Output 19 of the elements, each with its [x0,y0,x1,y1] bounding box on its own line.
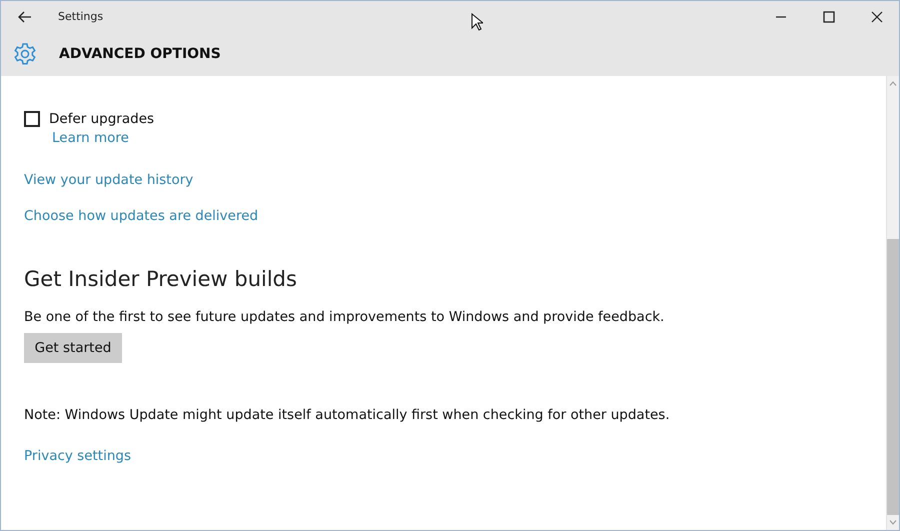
mouse-pointer-icon [471,13,483,31]
section-heading: Get Insider Preview builds [24,267,297,291]
window-title: Settings [58,10,104,23]
checkbox[interactable] [24,111,40,127]
checkbox-label: Defer upgrades [49,111,154,127]
settings-icon [13,42,37,66]
maximize-icon[interactable] [823,10,835,22]
settings-link[interactable]: View your update history [24,172,258,188]
close-icon[interactable] [871,10,883,22]
get-started-button[interactable]: Get started [24,333,122,363]
settings-link[interactable]: Choose how updates are delivered [24,208,258,224]
note-text: Note: Windows Update might update itself automatically first when checking for other updates. [24,407,670,423]
privacy-settings-link[interactable]: Privacy settings [24,448,132,464]
back-arrow-icon[interactable] [18,10,32,22]
page-title: ADVANCED OPTIONS [59,46,221,62]
learn-more-link[interactable]: Learn more [52,130,129,146]
scrollbar-thumb[interactable] [887,239,899,515]
scrollbar[interactable] [886,76,899,530]
description-text: Be one of the first to see future updates and improvements to Windows and provide feedback. [24,309,664,325]
